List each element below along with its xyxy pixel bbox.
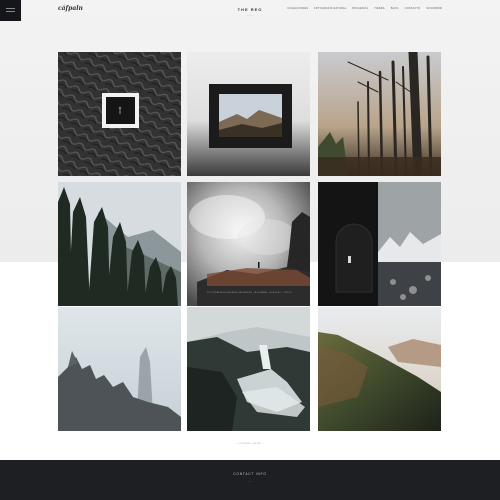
nav-item-shop[interactable]: Tienda: [374, 7, 385, 10]
framed-valley-image: [187, 52, 310, 176]
waterfall-image: [187, 307, 310, 431]
stormy-sky-image: [187, 182, 310, 306]
site-subtitle: — — —: [246, 15, 254, 17]
nav-item-contact[interactable]: Contacto: [405, 7, 421, 10]
dead-forest-photo[interactable]: [318, 52, 441, 176]
site-title[interactable]: THE REO: [200, 7, 300, 12]
framed-valley-photo[interactable]: [187, 52, 310, 176]
foggy-rock-spires-photo[interactable]: [58, 307, 181, 431]
pine-forest-image: [58, 182, 181, 306]
nav-item-biography[interactable]: Biografía: [353, 7, 369, 10]
dead-trees-image: [318, 52, 441, 176]
menu-button[interactable]: [0, 0, 21, 21]
tunnel-snow-peaks-photo[interactable]: [318, 182, 441, 306]
mountain-waterfall-photo[interactable]: [187, 307, 310, 431]
framed-portrait-image: [58, 52, 181, 176]
hamburger-icon: [6, 8, 15, 9]
stormy-clouds-hiker-photo[interactable]: [187, 182, 310, 306]
misty-pine-mountain-photo[interactable]: [58, 182, 181, 306]
cave-opening-image: [318, 182, 441, 306]
hamburger-icon-line: [6, 11, 15, 12]
site-footer: CONTACT INFO ———: [0, 460, 500, 500]
rock-spires-image: [58, 307, 181, 431]
nav-item-nature-photography[interactable]: Fotografía Natural: [314, 7, 346, 10]
footer-note: — COPYRIGHT · THE REO —: [236, 443, 264, 445]
nav-item-collections[interactable]: Colecciones: [287, 7, 308, 10]
main-nav: Colecciones Fotografía Natural Biografía…: [287, 7, 442, 10]
footer-title: CONTACT INFO: [233, 472, 267, 476]
nav-item-blog[interactable]: Blog: [391, 7, 399, 10]
mountain-ridge-image: [318, 307, 441, 431]
green-mountain-ridge-photo[interactable]: [318, 307, 441, 431]
gallery-caption: FOTOGRAFÍA DE PAISAJES NATURALES · MONTA…: [207, 292, 292, 294]
rock-texture-framed-photo[interactable]: [58, 52, 181, 176]
site-logo[interactable]: cáfpaln: [58, 5, 83, 12]
nav-item-subscribe[interactable]: Suscribir: [426, 7, 442, 10]
footer-subtitle: ———: [247, 481, 253, 483]
